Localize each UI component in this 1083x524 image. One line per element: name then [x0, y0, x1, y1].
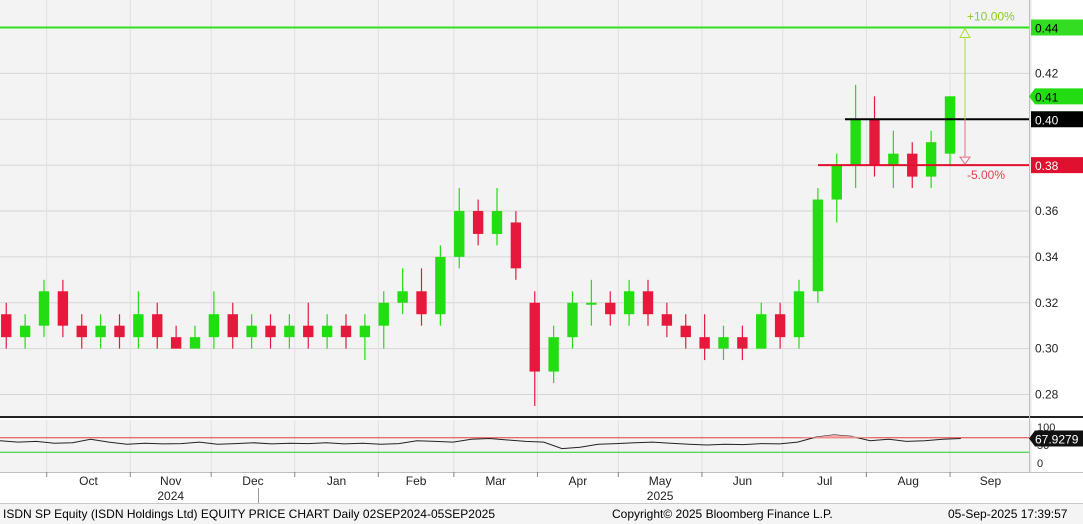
candle-body — [321, 325, 333, 338]
candle-body — [774, 314, 786, 338]
candle-body — [756, 314, 767, 349]
price-tick-label: 0.30 — [1035, 342, 1059, 356]
month-label: Nov — [160, 474, 181, 488]
candle-body — [340, 325, 352, 338]
candle-body — [284, 325, 295, 338]
month-label: Jan — [327, 474, 346, 488]
month-label: Sep — [980, 474, 1002, 488]
month-label: Oct — [79, 474, 98, 488]
price-panel-background — [0, 0, 1029, 416]
candle-body — [548, 337, 559, 372]
candle-body — [416, 291, 427, 315]
candle-body — [265, 325, 276, 338]
candle-body — [491, 211, 503, 234]
candle-body — [114, 325, 125, 338]
candle-body — [303, 325, 314, 338]
month-label: Mar — [485, 474, 506, 488]
price-tick-label: 0.28 — [1035, 388, 1059, 402]
candle-body — [944, 96, 956, 154]
month-label: Jun — [733, 474, 752, 488]
candle-body — [529, 302, 540, 372]
footer-timestamp: 05-Sep-2025 17:39:57 — [948, 507, 1068, 521]
candle-body — [397, 291, 408, 303]
candle-body — [359, 325, 371, 338]
footer-copyright: Copyright© 2025 Bloomberg Finance L.P. — [612, 507, 833, 521]
footer-security-title: ISDN SP Equity (ISDN Holdings Ltd) EQUIT… — [3, 507, 495, 521]
chart-footer: ISDN SP Equity (ISDN Holdings Ltd) EQUIT… — [0, 503, 1083, 524]
rsi-last-value-label: 67.9279 — [1035, 433, 1079, 447]
rsi-panel-background — [0, 420, 1029, 472]
candle-body — [170, 337, 182, 349]
up-percent-annotation: +10.00% — [967, 10, 1015, 24]
candle-body — [246, 325, 257, 338]
candle-body — [472, 211, 484, 234]
candle-body — [699, 337, 710, 349]
candle-body — [133, 314, 144, 338]
month-label: Feb — [406, 474, 427, 488]
candle-body — [454, 211, 465, 257]
candle-body — [793, 291, 805, 338]
candle-body — [208, 314, 220, 338]
month-label: Dec — [242, 474, 263, 488]
year-label: 2025 — [647, 489, 674, 503]
candle-body — [227, 314, 238, 338]
year-label: 2024 — [157, 489, 184, 503]
candle-body — [378, 302, 389, 326]
candle-body — [435, 256, 446, 315]
price-tick-label: 0.32 — [1035, 296, 1059, 310]
price-tick-label: 0.36 — [1035, 204, 1059, 218]
level-label-black: 0.40 — [1035, 113, 1059, 127]
level-label-red: 0.38 — [1035, 159, 1059, 173]
candle-body — [812, 199, 824, 292]
candle-body — [623, 291, 635, 315]
candle-body — [567, 302, 578, 338]
rsi-tick-label: 0 — [1037, 458, 1043, 470]
candle-body — [925, 142, 937, 177]
candle-body — [189, 337, 201, 349]
level-label-green: 0.44 — [1035, 22, 1059, 36]
candle-body — [718, 337, 729, 349]
candle-body — [831, 165, 842, 200]
candle-body — [850, 119, 861, 166]
candle-body — [680, 325, 691, 338]
month-label: Aug — [898, 474, 919, 488]
candle-body — [869, 119, 880, 166]
candle-body — [76, 325, 87, 338]
candle-body — [642, 291, 654, 315]
candle-body — [586, 302, 597, 305]
price-chart: 0.44 0.40 0.38 +10.00% -5.00% 0.41 0.28 0.30 0.… — [0, 0, 1083, 503]
candle-body — [510, 222, 522, 269]
candle-body — [737, 337, 748, 349]
month-label: Apr — [569, 474, 588, 488]
candle-body — [888, 153, 899, 166]
month-label: May — [649, 474, 672, 488]
candle-body — [661, 314, 673, 326]
candle-body — [38, 291, 50, 326]
month-label: Jul — [817, 474, 832, 488]
candle-body — [152, 314, 163, 338]
candle-body — [19, 325, 31, 338]
candle-body — [57, 291, 69, 326]
down-percent-annotation: -5.00% — [967, 168, 1005, 182]
last-price-label: 0.41 — [1035, 90, 1059, 104]
price-tick-label: 0.42 — [1035, 66, 1059, 80]
candle-body — [605, 302, 616, 315]
candle-body — [95, 325, 106, 338]
candle-body — [1, 314, 12, 338]
price-tick-label: 0.34 — [1035, 250, 1059, 264]
